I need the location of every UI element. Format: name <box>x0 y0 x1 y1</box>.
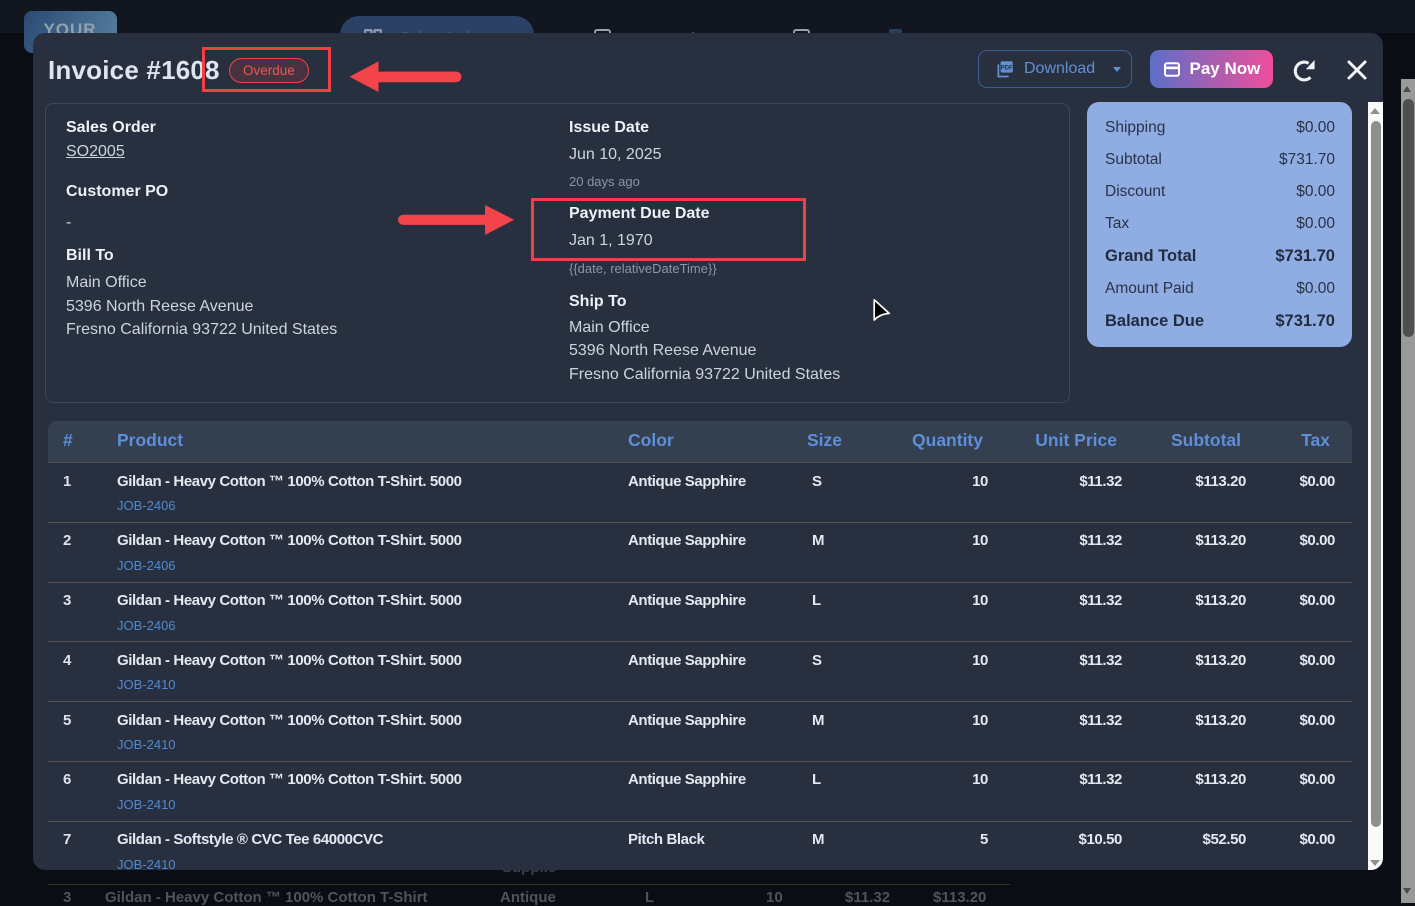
svg-text:PDF: PDF <box>1001 64 1013 71</box>
